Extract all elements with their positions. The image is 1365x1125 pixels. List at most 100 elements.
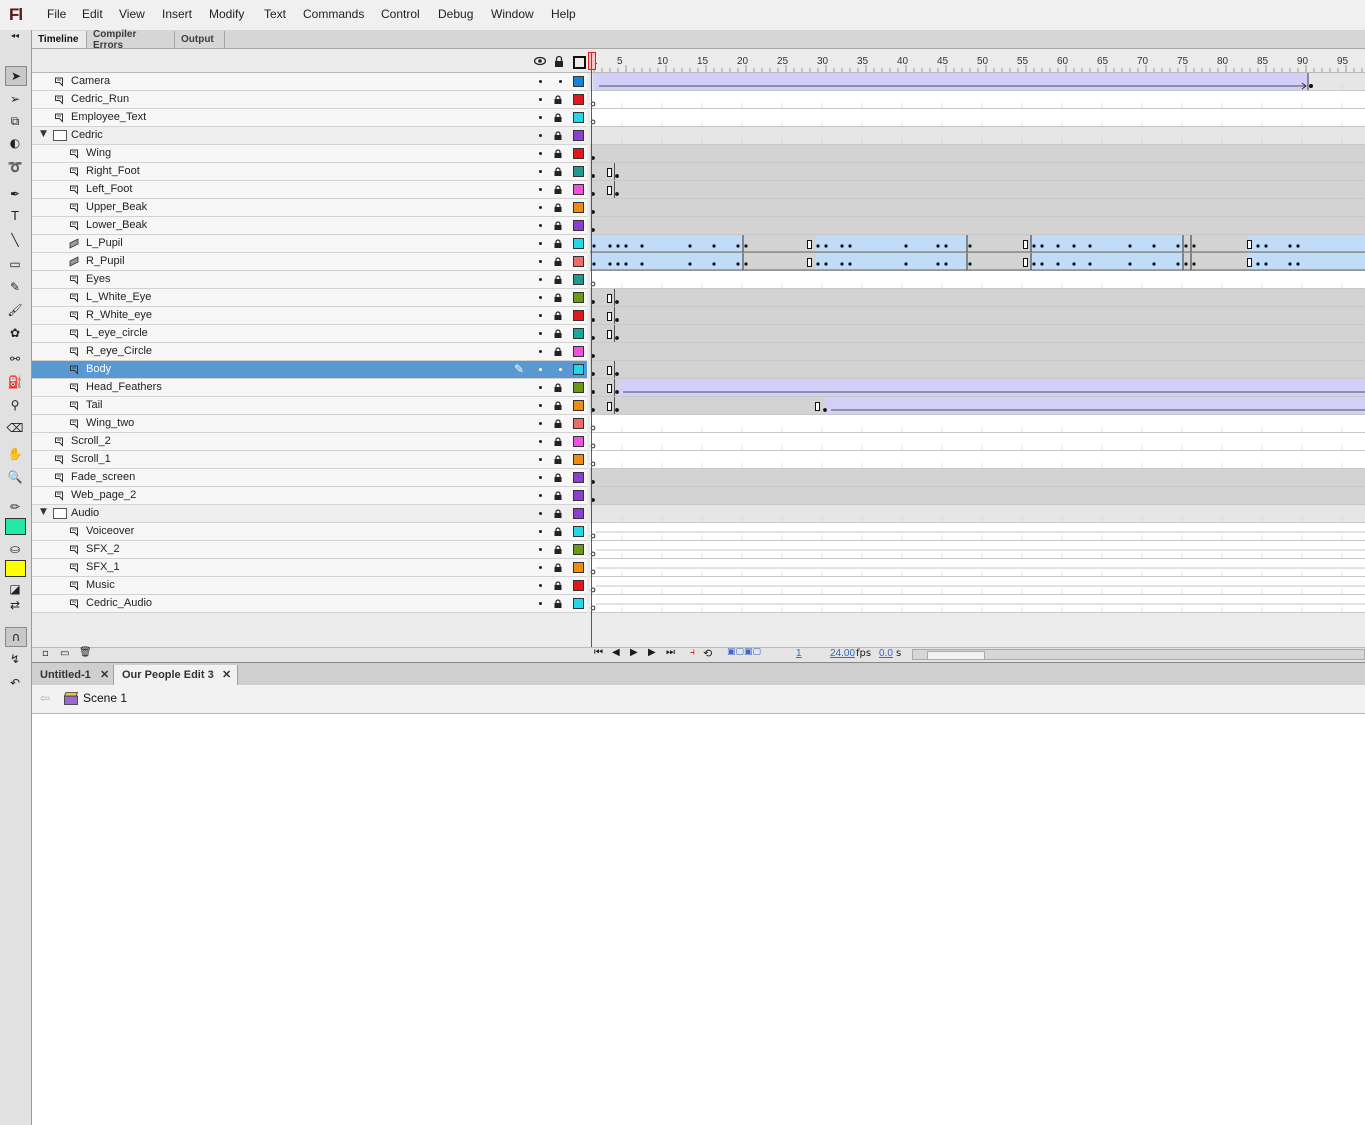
frame-strip[interactable] — [590, 361, 1365, 379]
tab-compiler-errors[interactable]: Compiler Errors — [87, 29, 175, 51]
outline-color-swatch[interactable] — [573, 544, 584, 555]
menu-commands[interactable]: Commands — [303, 7, 364, 21]
visibility-dot[interactable] — [539, 386, 542, 389]
lock-icon[interactable] — [554, 239, 562, 248]
straighten-icon[interactable]: ↶ — [5, 674, 25, 692]
layer-row-web_page_2[interactable]: Web_page_2 — [32, 487, 587, 505]
frame-strip[interactable] — [590, 487, 1365, 505]
lock-icon[interactable] — [554, 257, 562, 266]
layer-row-eyes[interactable]: Eyes — [32, 271, 587, 289]
frame-strip[interactable] — [590, 541, 1365, 559]
center-frame-icon[interactable]: ⫞ — [690, 647, 695, 658]
visibility-dot[interactable] — [539, 494, 542, 497]
lock-icon[interactable] — [554, 545, 562, 554]
lock-icon[interactable] — [554, 293, 562, 302]
folder-expand-icon[interactable]: ▼ — [40, 129, 47, 139]
layer-row-fade_screen[interactable]: Fade_screen — [32, 469, 587, 487]
frame-strip[interactable] — [590, 415, 1365, 433]
folder-expand-icon[interactable]: ▼ — [40, 507, 47, 517]
back-arrow-icon[interactable]: ⇦ — [40, 691, 50, 705]
layer-row-wing[interactable]: Wing — [32, 145, 587, 163]
frame-strip[interactable] — [590, 595, 1365, 613]
time-value[interactable]: 0.0 — [879, 648, 893, 659]
layer-row-cedric_audio[interactable]: Cedric_Audio — [32, 595, 587, 613]
rectangle-tool-icon[interactable]: ▭ — [5, 255, 25, 273]
layer-name[interactable]: R_White_eye — [86, 309, 152, 321]
lock-icon[interactable] — [554, 347, 562, 356]
layer-name[interactable]: L_eye_circle — [86, 327, 148, 339]
outline-color-swatch[interactable] — [573, 580, 584, 591]
layer-name[interactable]: Music — [86, 579, 115, 591]
fps-value[interactable]: 24.00 — [830, 648, 855, 659]
selection-tool-icon[interactable]: ➤ — [5, 66, 27, 86]
playhead-handle[interactable] — [588, 52, 596, 70]
close-icon[interactable]: ✕ — [100, 668, 109, 681]
visibility-dot[interactable] — [539, 404, 542, 407]
menu-help[interactable]: Help — [551, 7, 576, 21]
lock-icon[interactable] — [554, 329, 562, 338]
free-transform-tool-icon[interactable]: ⧉ — [5, 112, 25, 130]
visibility-dot[interactable] — [539, 188, 542, 191]
visibility-dot[interactable] — [539, 314, 542, 317]
layer-name[interactable]: Audio — [71, 507, 99, 519]
outline-color-swatch[interactable] — [573, 436, 584, 447]
layer-row-cedric[interactable]: ▼ Cedric — [32, 127, 587, 145]
deco-tool-icon[interactable]: ✿ — [5, 324, 25, 342]
brush-tool-icon[interactable]: 🖌 — [5, 301, 25, 319]
outline-header-icon[interactable] — [573, 56, 586, 69]
outline-color-swatch[interactable] — [573, 472, 584, 483]
frame-strip[interactable] — [590, 469, 1365, 487]
visibility-dot[interactable] — [539, 224, 542, 227]
outline-color-swatch[interactable] — [573, 490, 584, 501]
lock-icon[interactable] — [554, 149, 562, 158]
layer-name[interactable]: Cedric_Run — [71, 93, 129, 105]
layer-row-employee_text[interactable]: Employee_Text — [32, 109, 587, 127]
lock-icon[interactable] — [554, 455, 562, 464]
layer-name[interactable]: Fade_screen — [71, 471, 135, 483]
outline-color-swatch[interactable] — [573, 94, 584, 105]
layer-name[interactable]: Wing — [86, 147, 111, 159]
collapse-arrows-icon[interactable]: ◂◂ — [5, 30, 25, 40]
new-layer-icon[interactable]: ▫ — [42, 648, 49, 659]
layer-row-audio[interactable]: ▼ Audio — [32, 505, 587, 523]
lock-icon[interactable] — [554, 581, 562, 590]
layer-name[interactable]: Employee_Text — [71, 111, 146, 123]
outline-color-swatch[interactable] — [573, 112, 584, 123]
frame-strip[interactable] — [590, 109, 1365, 127]
snap-magnet-icon[interactable]: ∩ — [5, 627, 27, 647]
new-folder-icon[interactable]: ▭ — [60, 648, 69, 659]
lock-icon[interactable] — [554, 185, 562, 194]
frame-strip[interactable] — [590, 559, 1365, 577]
menu-text[interactable]: Text — [264, 7, 286, 21]
visibility-dot[interactable] — [539, 134, 542, 137]
eraser-tool-icon[interactable]: ⌫ — [5, 419, 25, 437]
visibility-dot[interactable] — [539, 350, 542, 353]
lock-icon[interactable] — [554, 509, 562, 518]
frame-strip[interactable] — [590, 397, 1365, 415]
visibility-dot[interactable] — [539, 584, 542, 587]
layer-name[interactable]: L_Pupil — [86, 237, 123, 249]
menu-modify[interactable]: Modify — [209, 7, 244, 21]
lock-icon[interactable] — [554, 131, 562, 140]
layer-name[interactable]: Camera — [71, 75, 110, 87]
layer-name[interactable]: R_Pupil — [86, 255, 125, 267]
delete-layer-icon[interactable]: 🗑 — [79, 647, 92, 658]
stage-area[interactable] — [32, 714, 1365, 1125]
frame-strip[interactable] — [590, 199, 1365, 217]
menu-file[interactable]: File — [47, 7, 66, 21]
lock-icon[interactable] — [554, 95, 562, 104]
lock-icon[interactable] — [554, 563, 562, 572]
menu-control[interactable]: Control — [381, 7, 420, 21]
outline-color-swatch[interactable] — [573, 292, 584, 303]
frame-strip[interactable] — [590, 343, 1365, 361]
step-back-icon[interactable]: ◀ — [612, 647, 620, 658]
subselection-tool-icon[interactable]: ➢ — [5, 90, 25, 108]
visibility-dot[interactable] — [539, 368, 542, 371]
fill-swatch[interactable] — [5, 560, 26, 577]
outline-color-swatch[interactable] — [573, 166, 584, 177]
layer-row-upper_beak[interactable]: Upper_Beak — [32, 199, 587, 217]
visibility-dot[interactable] — [539, 566, 542, 569]
lock-icon[interactable] — [554, 167, 562, 176]
layer-name[interactable]: Cedric — [71, 129, 103, 141]
visibility-dot[interactable] — [539, 422, 542, 425]
